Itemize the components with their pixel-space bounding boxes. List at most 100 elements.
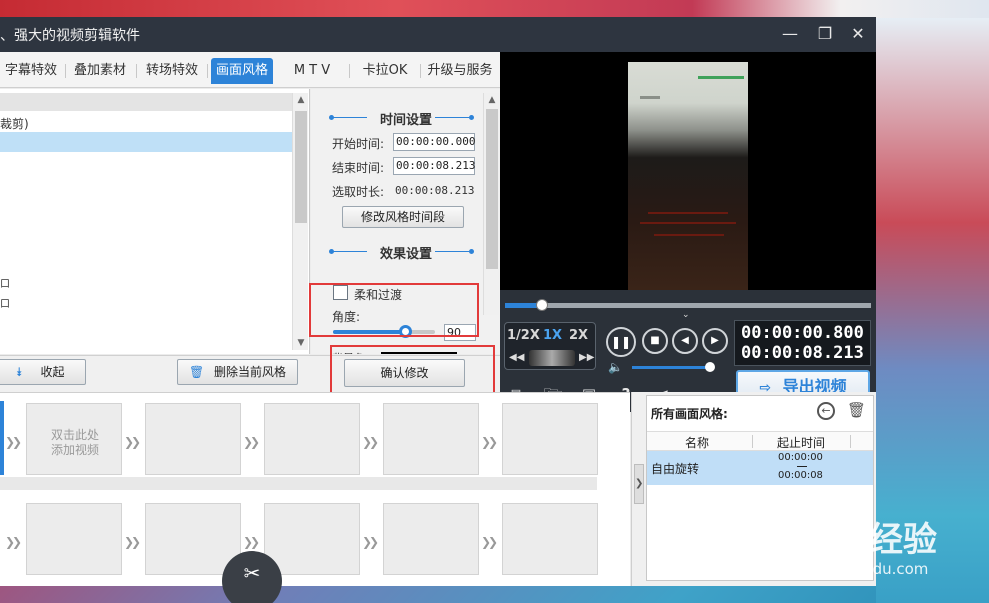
previous-frame-icon[interactable]: ◀ bbox=[672, 328, 698, 354]
speed-half[interactable]: 1/2X bbox=[507, 328, 540, 343]
current-time: 00:00:00.800 bbox=[741, 323, 864, 343]
window-title: 、强大的视频剪辑软件 bbox=[0, 28, 140, 44]
maximize-button[interactable]: ❐ bbox=[813, 23, 837, 45]
tab-karaoke[interactable]: 卡拉OK bbox=[354, 58, 416, 84]
style-start-time: 00:00:00 bbox=[778, 452, 823, 463]
volume-slider[interactable] bbox=[632, 362, 715, 372]
column-divider bbox=[752, 435, 753, 448]
time-range-separator bbox=[797, 466, 807, 467]
playback-progress-bar[interactable] bbox=[505, 299, 871, 311]
minimize-button[interactable]: — bbox=[778, 23, 802, 45]
duration-value: 00:00:08.213 bbox=[395, 184, 475, 197]
applied-style-row[interactable]: 自由旋转 00:00:00 00:00:08 bbox=[647, 451, 873, 485]
add-video-slot[interactable]: 双击此处 添加视频 bbox=[26, 403, 122, 475]
pause-icon[interactable]: ❚❚ bbox=[606, 327, 636, 357]
frame-detail bbox=[648, 212, 728, 214]
tab-transition-effects[interactable]: 转场特效 bbox=[141, 58, 203, 84]
style-list-scrollbar[interactable]: ▲ ▼ bbox=[292, 93, 308, 350]
chevron-right-icon: ❯❯ bbox=[5, 435, 22, 449]
speed-1x[interactable]: 1X bbox=[543, 328, 562, 343]
list-item[interactable]: 裁剪) bbox=[0, 115, 29, 132]
baidu-watermark-url: jingyan.baidu.com bbox=[790, 560, 929, 578]
clip-slot[interactable] bbox=[145, 403, 241, 475]
tab-upgrade-service[interactable]: 升级与服务 bbox=[424, 58, 496, 84]
chevron-down-icon[interactable]: ⌄ bbox=[682, 310, 690, 320]
current-clip-marker bbox=[0, 401, 4, 475]
back-icon[interactable]: ← bbox=[817, 402, 835, 420]
progress-handle[interactable] bbox=[535, 299, 548, 311]
frame-detail bbox=[640, 96, 660, 99]
duration-label: 选取时长: bbox=[332, 185, 385, 199]
clip-slot[interactable] bbox=[383, 403, 479, 475]
frame-detail bbox=[640, 222, 736, 224]
section-dot bbox=[469, 115, 474, 120]
applied-styles-header: 名称 起止时间 bbox=[647, 431, 873, 451]
clip-slot[interactable] bbox=[264, 403, 360, 475]
start-time-label: 开始时间: bbox=[332, 137, 385, 151]
modify-style-time-button[interactable]: 修改风格时间段 bbox=[342, 206, 464, 228]
title-bar: 、强大的视频剪辑软件 — ❐ ✕ bbox=[0, 17, 876, 52]
scroll-down-arrow-icon[interactable]: ▼ bbox=[293, 336, 309, 350]
column-divider bbox=[850, 435, 851, 448]
clip-slot[interactable] bbox=[502, 403, 598, 475]
trash-icon: 🗑 bbox=[188, 365, 205, 379]
section-line bbox=[435, 251, 469, 252]
delete-current-style-button[interactable]: 🗑 删除当前风格 bbox=[177, 359, 298, 385]
app-window: 、强大的视频剪辑软件 — ❐ ✕ 字幕特效 叠加素材 转场特效 画面风格 M T… bbox=[0, 17, 876, 603]
list-item[interactable]: 口 bbox=[0, 295, 10, 310]
total-time: 00:00:08.213 bbox=[741, 343, 864, 363]
frame-detail bbox=[654, 234, 724, 236]
next-frame-icon[interactable]: ▶ bbox=[702, 328, 728, 354]
scissors-icon[interactable]: ✂ bbox=[222, 551, 282, 603]
tab-divider bbox=[349, 64, 350, 78]
scrollbar-thumb[interactable] bbox=[295, 111, 307, 223]
chevron-right-icon[interactable]: ❯ bbox=[634, 464, 644, 504]
delete-current-style-label: 删除当前风格 bbox=[214, 365, 287, 379]
applied-styles-title: 所有画面风格: bbox=[651, 407, 728, 421]
video-frame bbox=[628, 62, 748, 290]
list-item[interactable]: 口 bbox=[0, 275, 10, 290]
scrollbar-thumb[interactable] bbox=[486, 109, 498, 269]
scroll-up-arrow-icon[interactable]: ▲ bbox=[484, 93, 500, 107]
collapse-icon: ⯯ bbox=[15, 365, 23, 379]
settings-scrollbar[interactable]: ▲ bbox=[483, 93, 499, 315]
chevron-right-icon: ❯❯ bbox=[124, 435, 141, 449]
tab-divider bbox=[65, 64, 66, 78]
volume-handle[interactable] bbox=[705, 362, 715, 372]
add-video-hint: 双击此处 添加视频 bbox=[27, 428, 123, 458]
fast-forward-icon[interactable]: ▶▶ bbox=[579, 352, 594, 363]
clip-slot[interactable] bbox=[502, 503, 598, 575]
speed-jog-wheel[interactable] bbox=[529, 350, 575, 366]
style-list-panel: 裁剪) 口 口 ▲ ▼ bbox=[0, 89, 310, 354]
collapse-button-label: 收起 bbox=[40, 365, 65, 379]
clip-slot[interactable] bbox=[264, 503, 360, 575]
clip-slot[interactable] bbox=[26, 503, 122, 575]
collapse-button[interactable]: ⯯ 收起 bbox=[0, 359, 86, 385]
tab-picture-style[interactable]: 画面风格 bbox=[211, 58, 273, 84]
scroll-up-arrow-icon[interactable]: ▲ bbox=[293, 93, 309, 107]
tab-subtitle-effects[interactable]: 字幕特效 bbox=[2, 58, 60, 84]
add-video-hint-line2: 添加视频 bbox=[50, 443, 99, 457]
stop-icon[interactable]: ■ bbox=[642, 328, 668, 354]
time-display: 00:00:00.800 00:00:08.213 bbox=[734, 320, 871, 366]
start-time-input[interactable]: 00:00:00.000 bbox=[393, 133, 475, 151]
end-time-input[interactable]: 00:00:08.213 bbox=[393, 157, 475, 175]
tab-overlay-material[interactable]: 叠加素材 bbox=[70, 58, 130, 84]
column-time: 起止时间 bbox=[777, 436, 826, 450]
tab-divider bbox=[420, 64, 421, 78]
video-preview[interactable] bbox=[500, 52, 876, 290]
effect-settings-title: 效果设置 bbox=[379, 247, 432, 262]
trash-icon[interactable]: 🗑 bbox=[847, 401, 866, 419]
section-dot bbox=[469, 249, 474, 254]
clip-slot[interactable] bbox=[383, 503, 479, 575]
close-button[interactable]: ✕ bbox=[846, 23, 870, 45]
chevron-right-icon: ❯❯ bbox=[481, 435, 498, 449]
selected-style-row[interactable] bbox=[0, 132, 292, 152]
section-line bbox=[435, 117, 469, 118]
tab-mtv[interactable]: M T V bbox=[283, 58, 341, 84]
timeline-separator bbox=[0, 477, 597, 490]
rewind-icon[interactable]: ◀◀ bbox=[509, 352, 524, 363]
speed-2x[interactable]: 2X bbox=[569, 328, 588, 343]
chevron-right-icon: ❯❯ bbox=[243, 435, 260, 449]
volume-icon[interactable]: 🔈 bbox=[608, 360, 623, 374]
